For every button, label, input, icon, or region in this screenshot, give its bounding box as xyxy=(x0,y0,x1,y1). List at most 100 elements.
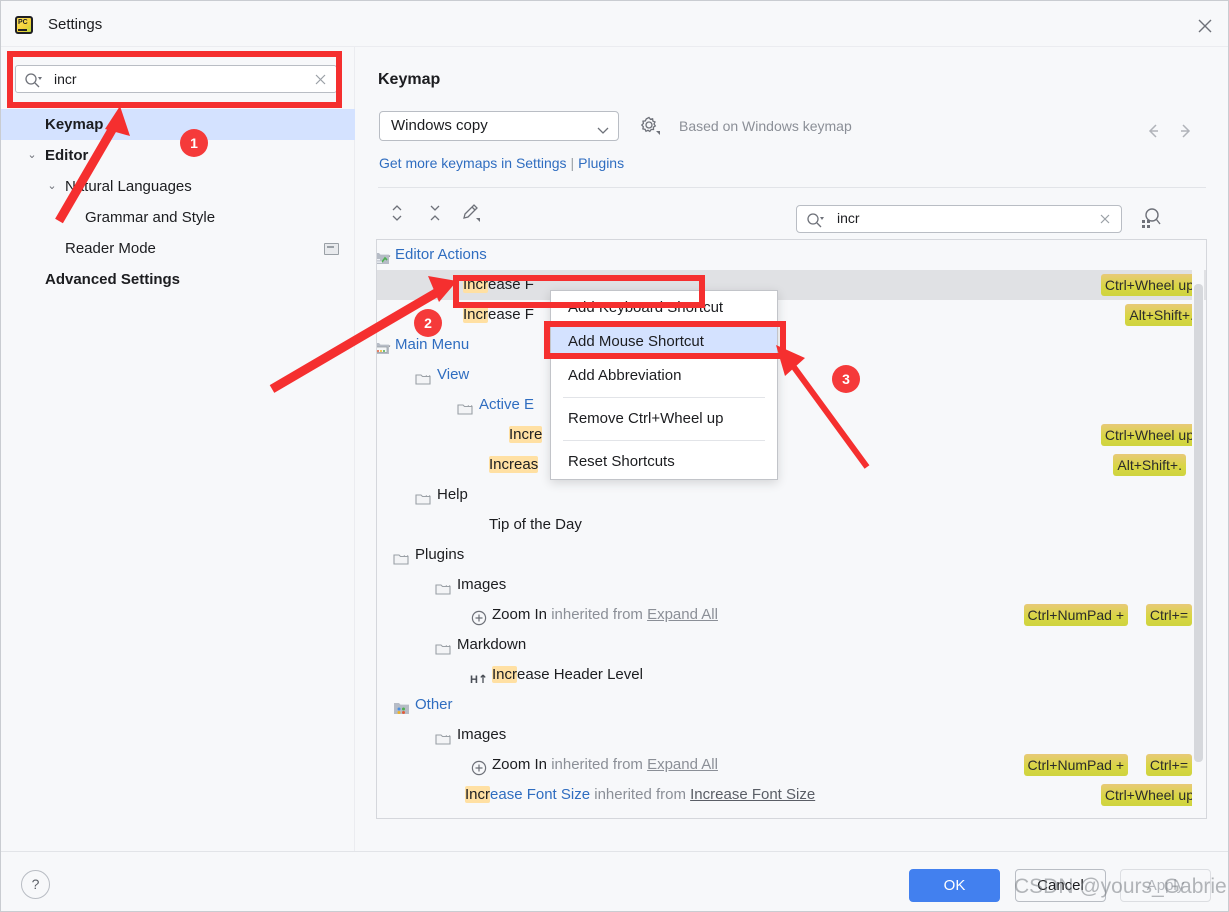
keymap-search-input[interactable]: incr xyxy=(796,205,1122,233)
keymap-tree-row[interactable]: ⌄ Markdown xyxy=(377,630,1206,660)
shortcut-badge: Ctrl+Wheel up xyxy=(1100,274,1198,296)
title-bar: PC Settings xyxy=(1,1,1228,47)
clear-icon[interactable] xyxy=(313,72,328,87)
svg-text:H: H xyxy=(470,674,478,686)
keymap-tree-row[interactable]: ⌄ Active E xyxy=(377,390,1206,420)
keymap-tree: ⌄Editor ActionsIncrease FCtrl+Wheel upIn… xyxy=(376,239,1207,819)
keymap-tree-row[interactable]: ⌄ Plugins xyxy=(377,540,1206,570)
help-icon[interactable]: ? xyxy=(21,870,50,899)
edit-shortcut-icon[interactable] xyxy=(460,202,482,224)
search-icon xyxy=(24,71,44,89)
context-menu-item-remove-ctrl-wheel-up[interactable]: Remove Ctrl+Wheel up xyxy=(551,402,777,436)
settings-sidebar: incr Keymap ⌄ Editor ⌄ Natural Languages Gram… xyxy=(1,47,355,851)
find-actions-by-shortcut-icon[interactable] xyxy=(1139,205,1163,231)
watermark: CSDN @yours_Gabriel xyxy=(1014,875,1229,898)
keymap-tree-row[interactable]: ⌄Editor Actions xyxy=(377,240,1206,270)
context-menu-item-add-mouse-shortcut[interactable]: Add Mouse Shortcut xyxy=(551,325,777,359)
sidebar-item-label: Keymap xyxy=(45,116,104,133)
shortcut-badge: Alt+Shift+. xyxy=(1125,304,1198,326)
sidebar-item-label: Reader Mode xyxy=(65,240,156,257)
context-menu-divider xyxy=(563,397,765,398)
keymap-action-label: Images xyxy=(457,726,507,743)
keymap-tree-row[interactable]: ⌄ View xyxy=(377,360,1206,390)
chevron-down-icon[interactable]: ⌄ xyxy=(45,171,59,202)
expand-all-icon[interactable] xyxy=(386,202,408,224)
keymap-page: Keymap Windows copy Based on Windows key… xyxy=(356,47,1228,851)
keymap-links: Get more keymaps in Settings | Plugins xyxy=(379,155,624,171)
shortcut-badge: Ctrl+NumPad + xyxy=(1023,604,1128,626)
keymap-action-label: Increase F xyxy=(463,276,534,293)
shortcut-badge: Ctrl+= xyxy=(1145,604,1192,626)
sidebar-item-reader-mode[interactable]: Reader Mode xyxy=(1,233,355,264)
sidebar-item-label: Grammar and Style xyxy=(85,209,216,226)
keymap-action-label: Images xyxy=(457,576,507,593)
keymap-tree-row[interactable]: Incre Ctrl+Wheel up xyxy=(377,420,1206,450)
keymap-action-label: Incre xyxy=(509,426,543,443)
keymap-tree-row[interactable]: Zoom In inherited from Expand All Ctrl+Nu… xyxy=(377,750,1206,780)
arrow-left-icon[interactable] xyxy=(1141,119,1165,143)
collapse-all-icon[interactable] xyxy=(424,202,446,224)
sidebar-tree: Keymap ⌄ Editor ⌄ Natural Languages Grammar a… xyxy=(1,109,355,295)
context-menu-divider xyxy=(563,440,765,441)
shortcut-badge: Ctrl+= xyxy=(1145,754,1192,776)
gear-icon[interactable] xyxy=(639,115,661,137)
context-menu-item-add-abbreviation[interactable]: Add Abbreviation xyxy=(551,359,777,393)
pycharm-icon: PC xyxy=(15,16,33,34)
keymap-action-label: Plugins xyxy=(415,546,465,563)
plugins-link[interactable]: Plugins xyxy=(578,155,624,171)
get-more-keymaps-link[interactable]: Get more keymaps in Settings xyxy=(379,155,567,171)
keymap-tree-row[interactable]: Zoom In inherited from Expand All Ctrl+Nu… xyxy=(377,600,1206,630)
keymap-tree-row[interactable]: Increas Alt+Shift+. xyxy=(377,450,1206,480)
annotation-marker-3: 3 xyxy=(832,365,860,393)
based-on-label: Based on Windows keymap xyxy=(679,118,852,134)
keymap-tree-row[interactable]: ⌄ Images xyxy=(377,720,1206,750)
keymap-action-label: Increase Font Size inherited from Increa… xyxy=(465,786,816,803)
annotation-marker-1: 1 xyxy=(180,129,208,157)
ok-button[interactable]: OK xyxy=(909,869,1000,902)
sidebar-item-editor[interactable]: ⌄ Editor xyxy=(1,140,355,171)
sidebar-item-label: Advanced Settings xyxy=(45,271,181,288)
sidebar-item-grammar-and-style[interactable]: Grammar and Style xyxy=(1,202,355,233)
scrollbar-thumb[interactable] xyxy=(1194,284,1203,762)
keymap-tree-row[interactable]: ⌄Main Menu xyxy=(377,330,1206,360)
keymap-action-label: Zoom In inherited from Expand All xyxy=(492,606,718,623)
keymap-action-label: Zoom In inherited from Expand All xyxy=(492,756,718,773)
keymap-action-label: Active E xyxy=(479,396,535,413)
keymap-action-label: Other xyxy=(415,696,453,713)
keymap-select[interactable]: Windows copy xyxy=(379,111,619,141)
chevron-down-icon[interactable]: ⌄ xyxy=(25,140,39,171)
keymap-search-value: incr xyxy=(837,210,860,226)
keymap-tree-row[interactable]: Increase F Ctrl+Wheel up xyxy=(377,270,1206,300)
shortcut-badge: Ctrl+Wheel up xyxy=(1100,424,1198,446)
keymap-action-label: Tip of the Day xyxy=(489,516,582,533)
annotation-marker-2: 2 xyxy=(414,309,442,337)
keymap-tree-row[interactable]: Increase F Alt+Shift+. xyxy=(377,300,1206,330)
close-icon[interactable] xyxy=(1196,17,1214,35)
shortcut-badge: Ctrl+Wheel up xyxy=(1100,784,1198,806)
keymap-tree-row[interactable]: H Increase Header Level xyxy=(377,660,1206,690)
tree-scrollbar[interactable] xyxy=(1192,242,1204,818)
context-menu-item-add-keyboard-shortcut[interactable]: Add Keyboard Shortcut xyxy=(551,291,777,325)
keymap-tree-row[interactable]: ⌄ Help xyxy=(377,480,1206,510)
keymap-tree-row[interactable]: ⌄Other xyxy=(377,690,1206,720)
sidebar-item-advanced-settings[interactable]: Advanced Settings xyxy=(1,264,355,295)
keymap-tree-row[interactable]: Increase Font Size inherited from Increa… xyxy=(377,780,1206,810)
arrow-right-icon[interactable] xyxy=(1174,119,1198,143)
clear-icon[interactable] xyxy=(1098,212,1112,231)
shortcut-context-menu: Add Keyboard Shortcut Add Mouse Shortcut A… xyxy=(550,290,778,480)
page-title: Keymap xyxy=(378,71,441,88)
sidebar-search-input[interactable]: incr xyxy=(15,65,337,93)
shortcut-badge: Ctrl+NumPad + xyxy=(1023,754,1128,776)
context-menu-item-reset-shortcuts[interactable]: Reset Shortcuts xyxy=(551,445,777,479)
window-title: Settings xyxy=(48,16,103,33)
keymap-tree-row[interactable]: Tip of the Day xyxy=(377,510,1206,540)
settings-dialog: PC Settings incr Keymap ⌄ Editor ⌄ Natural L… xyxy=(0,0,1229,912)
keymap-action-label: Help xyxy=(437,486,468,503)
keymap-action-label: Increas xyxy=(489,456,539,473)
sidebar-item-natural-languages[interactable]: ⌄ Natural Languages xyxy=(1,171,355,202)
sidebar-search-value: incr xyxy=(54,71,77,87)
keymap-action-label: Increase Header Level xyxy=(492,666,643,683)
keymap-tree-row[interactable]: ⌄ Images xyxy=(377,570,1206,600)
toolbar-divider xyxy=(378,187,1206,188)
sidebar-item-keymap[interactable]: Keymap xyxy=(1,109,355,140)
